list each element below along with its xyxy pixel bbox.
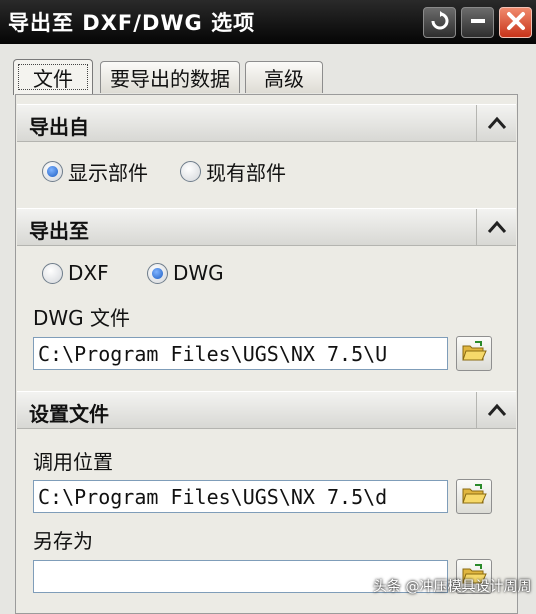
radio-button[interactable] [42,161,63,182]
radio-label: DWG [173,261,224,285]
chevron-up-icon [487,215,507,239]
reset-icon [430,10,450,35]
collapse-button[interactable] [476,209,516,245]
chevron-up-icon [487,111,507,135]
section-settings-file-header[interactable]: 设置文件 [17,391,516,429]
radio-label: 显示部件 [68,161,148,185]
radio-button[interactable] [180,161,201,182]
radio-button[interactable] [42,262,63,284]
open-folder-icon [461,483,487,510]
browse-load-button[interactable] [456,479,492,514]
radio-label: 现有部件 [206,161,286,185]
tab-label: 要导出的数据 [110,67,230,91]
dwg-file-input[interactable]: C:\Program Files\UGS\NX 7.5\U [33,337,448,370]
minimize-icon [468,11,488,35]
minimize-button[interactable] [461,7,494,38]
collapse-button[interactable] [476,105,516,141]
chevron-up-icon [487,398,507,422]
section-title: 导出至 [29,219,89,243]
window-title: 导出至 DXF/DWG 选项 [8,11,256,35]
collapse-button[interactable] [476,392,516,428]
dwg-file-label: DWG 文件 [33,306,131,330]
radio-label: DXF [68,261,109,285]
tab-advanced[interactable]: 高级 [245,61,323,93]
load-location-label: 调用位置 [33,450,113,474]
close-button[interactable] [499,7,532,38]
radio-existing-part[interactable]: 现有部件 [180,157,286,186]
browse-dwg-button[interactable] [456,336,492,371]
radio-button[interactable] [147,262,168,284]
section-title: 导出自 [29,115,89,139]
section-export-to-header[interactable]: 导出至 [17,208,516,246]
tab-label: 高级 [264,67,304,91]
radio-dwg[interactable]: DWG [147,261,224,285]
section-export-from-header[interactable]: 导出自 [17,104,516,142]
section-title: 设置文件 [29,402,109,426]
reset-button[interactable] [423,7,456,38]
watermark: 头条 @冲压模具设计周周 [373,579,532,595]
save-as-label: 另存为 [33,529,93,553]
open-folder-icon [461,340,487,367]
tab-label: 文件 [33,67,73,91]
load-location-input[interactable]: C:\Program Files\UGS\NX 7.5\d [33,480,448,513]
close-icon [505,10,527,36]
radio-dxf[interactable]: DXF [42,261,109,285]
tab-data-to-export[interactable]: 要导出的数据 [100,61,240,93]
tab-file[interactable]: 文件 [13,59,93,95]
title-bar: 导出至 DXF/DWG 选项 [0,0,536,44]
radio-displayed-part[interactable]: 显示部件 [42,157,148,186]
